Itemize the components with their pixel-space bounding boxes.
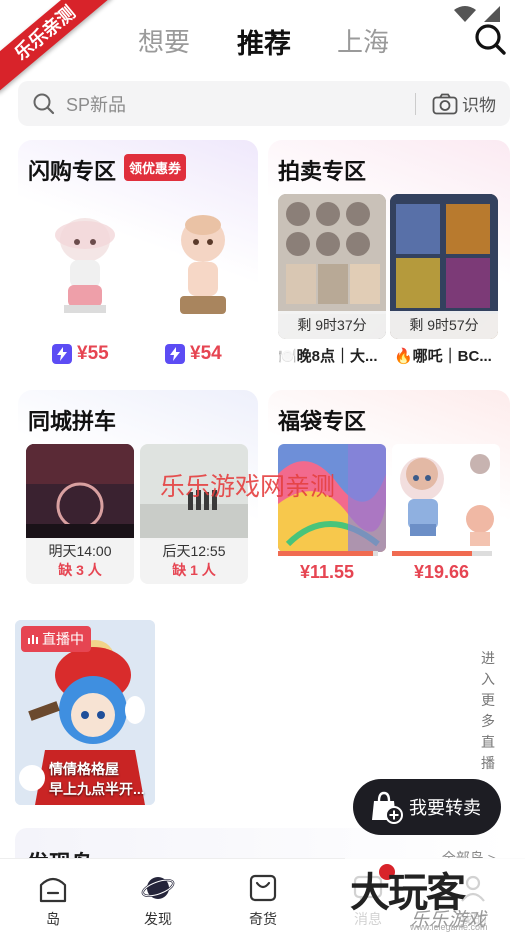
lucky-bag-progress <box>278 551 378 556</box>
search-divider <box>415 92 416 115</box>
flash-price: ¥54 <box>165 343 222 365</box>
carpool-need: 缺 3 人 <box>58 562 102 578</box>
bolt-icon <box>52 344 72 364</box>
live-stream-card[interactable]: 直播中 情倩格格屋 早上九点半开... <box>15 620 155 805</box>
carpool-need: 缺 1 人 <box>172 562 216 578</box>
sell-button-label: 我要转卖 <box>409 798 481 818</box>
live-streamer-name: 情倩格格屋 <box>49 761 119 777</box>
top-tabs: 想要 推荐 上海 <box>0 22 525 62</box>
bolt-icon <box>165 344 185 364</box>
auction-remaining-time: 剩 9时57分 <box>390 311 498 339</box>
auction-item-title: 🔥哪吒｜BC... <box>394 348 492 365</box>
shopping-bag-plus-icon <box>372 791 403 824</box>
status-bar <box>454 6 500 22</box>
lucky-bag-item[interactable] <box>392 444 500 552</box>
flash-sale-card[interactable]: 闪购专区 领优惠券 ¥55 ¥54 <box>18 140 258 375</box>
auction-remaining-time: 剩 9时37分 <box>278 311 386 339</box>
coupon-badge[interactable]: 领优惠券 <box>124 154 187 181</box>
search-placeholder: SP新品 <box>66 94 127 115</box>
flash-price: ¥55 <box>52 343 109 365</box>
tab-shanghai[interactable]: 上海 <box>337 22 389 59</box>
auction-item-title: 🍽️晚8点｜大... <box>278 348 378 365</box>
lucky-bag-item-image <box>400 454 494 546</box>
auction-item[interactable]: 剩 9时37分 <box>278 194 386 339</box>
carpool-time: 后天12:55 <box>162 543 226 559</box>
flash-sale-title: 闪购专区 <box>28 159 117 184</box>
carpool-item[interactable]: 明天14:00 缺 3 人 <box>26 444 134 584</box>
tab-recommend[interactable]: 推荐 <box>237 22 291 61</box>
live-bars-icon <box>28 635 38 644</box>
nav-discover[interactable]: 发现 <box>128 871 188 929</box>
carpool-item[interactable]: 后天12:55 缺 1 人 <box>140 444 248 584</box>
toy-figure-image[interactable] <box>158 200 248 335</box>
auction-item[interactable]: 剩 9时57分 <box>390 194 498 339</box>
carpool-title: 同城拼车 <box>28 409 117 434</box>
search-icon[interactable] <box>473 22 507 56</box>
brand-watermark-url: www.lelegame.com <box>410 922 488 932</box>
avatar <box>19 765 45 791</box>
carpool-time: 明天14:00 <box>48 543 112 559</box>
toy-figure-image[interactable] <box>40 200 130 335</box>
search-input[interactable]: SP新品 识物 <box>18 81 510 126</box>
lucky-bag-price: ¥11.55 <box>300 562 355 582</box>
identify-button[interactable]: 识物 <box>432 91 496 116</box>
planet-icon <box>141 877 175 899</box>
lucky-bag-title: 福袋专区 <box>278 409 367 434</box>
nav-island[interactable]: 岛 <box>23 871 83 929</box>
camera-icon <box>432 93 458 114</box>
wifi-icon <box>454 6 476 22</box>
bag-icon <box>249 874 277 902</box>
auction-card[interactable]: 拍卖专区 剩 9时37分 剩 9时57分 🍽️晚8点｜大... 🔥哪吒｜BC..… <box>268 140 510 375</box>
live-stream-subtitle: 早上九点半开... <box>49 781 145 797</box>
tab-want[interactable]: 想要 <box>138 22 190 59</box>
nav-goods[interactable]: 奇货 <box>233 871 293 929</box>
lucky-bag-price: ¥19.66 <box>414 562 470 582</box>
carpool-item-image <box>26 444 134 538</box>
identify-label: 识物 <box>462 96 496 115</box>
sell-button[interactable]: 我要转卖 <box>353 779 501 835</box>
watermark-text: 乐乐游戏网亲测 <box>160 473 336 501</box>
auction-title: 拍卖专区 <box>278 159 367 184</box>
live-badge: 直播中 <box>21 626 91 652</box>
island-icon <box>39 877 67 903</box>
signal-icon <box>484 6 500 22</box>
auction-item-image <box>390 194 498 314</box>
lucky-bag-progress <box>392 551 492 556</box>
more-live-link[interactable]: 进入更多直播 <box>481 648 497 774</box>
search-icon <box>33 93 55 114</box>
auction-item-image <box>278 194 386 314</box>
